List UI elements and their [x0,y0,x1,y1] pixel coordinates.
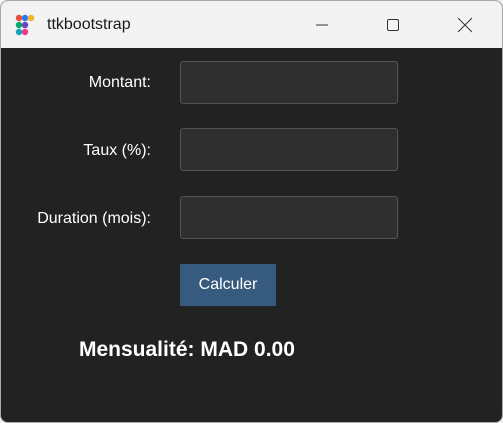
maximize-button[interactable] [370,1,416,48]
close-button[interactable] [442,1,488,48]
title-bar[interactable]: ttkbootstrap [1,1,502,48]
rate-input[interactable] [180,128,398,171]
form-area: Montant: Taux (%): Duration (mois): Calc… [1,48,502,422]
app-window: ttkbootstrap Montant: Taux (%): Duration… [0,0,503,423]
duration-label: Duration (mois): [37,210,151,227]
minimize-icon [316,24,328,25]
window-title: ttkbootstrap [47,16,131,33]
amount-input[interactable] [180,61,398,104]
maximize-icon [387,18,399,31]
minimize-button[interactable] [299,1,345,48]
calculate-button[interactable]: Calculer [180,264,276,306]
ttkbootstrap-logo-icon [15,14,35,36]
duration-input[interactable] [180,196,398,239]
monthly-payment-result: Mensualité: MAD 0.00 [79,338,295,361]
rate-label: Taux (%): [83,142,151,159]
amount-label: Montant: [88,74,151,91]
close-icon [457,17,473,32]
